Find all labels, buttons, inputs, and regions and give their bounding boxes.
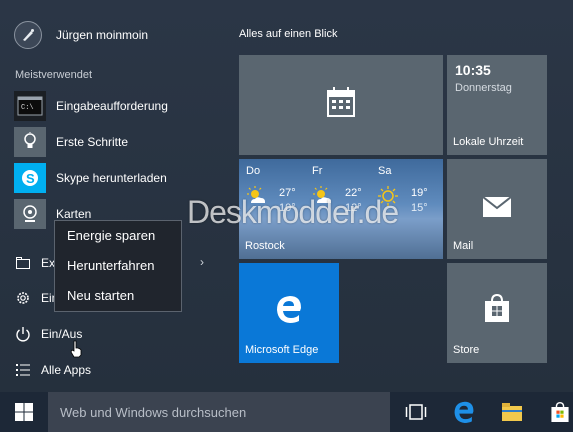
app-label: Karten — [56, 207, 92, 221]
lightbulb-icon — [14, 127, 46, 157]
app-label: Skype herunterladen — [56, 171, 167, 185]
svg-text:S: S — [26, 171, 35, 186]
gear-icon — [14, 289, 32, 307]
power-menu-sleep[interactable]: Energie sparen — [55, 221, 181, 251]
edge-icon — [454, 401, 474, 423]
edge-logo-icon — [277, 296, 301, 323]
app-item-erste-schritte[interactable]: Erste Schritte — [14, 127, 128, 157]
skype-icon: S — [14, 163, 46, 193]
taskbar: Web und Windows durchsuchen — [0, 392, 573, 432]
search-placeholder: Web und Windows durchsuchen — [60, 404, 247, 420]
power-menu: Energie sparen Herunterfahren Neu starte… — [54, 220, 182, 312]
shopping-bag-icon — [485, 293, 509, 322]
power-icon — [14, 325, 32, 343]
nav-label: Ein/Aus — [41, 327, 83, 341]
nav-item-settings[interactable]: Ein — [14, 285, 58, 311]
power-menu-restart[interactable]: Neu starten — [55, 281, 181, 311]
clock-day: Donnerstag — [455, 82, 512, 94]
calendar-tile[interactable] — [239, 55, 443, 155]
taskbar-explorer-button[interactable] — [488, 392, 536, 432]
clock-time: 10:35 — [455, 62, 491, 78]
most-used-heading: Meistverwendet — [15, 69, 93, 81]
tile-label: Microsoft Edge — [245, 344, 319, 356]
store-tile[interactable]: Store — [447, 263, 547, 363]
task-view-button[interactable] — [392, 392, 440, 432]
command-prompt-icon: C:\ — [14, 91, 46, 121]
tile-group-title: Alles auf einen Blick — [239, 28, 338, 40]
folder-icon — [14, 254, 32, 272]
nav-label: Alle Apps — [41, 363, 92, 377]
calendar-icon — [327, 87, 355, 117]
weather-day: Sa — [378, 165, 392, 177]
app-item-command-prompt[interactable]: C:\ Eingabeaufforderung — [14, 91, 168, 121]
power-menu-shutdown[interactable]: Herunterfahren — [55, 251, 181, 281]
weather-day: Do — [246, 165, 261, 177]
taskbar-store-button[interactable] — [536, 392, 573, 432]
nav-item-all-apps[interactable]: Alle Apps — [14, 357, 91, 383]
chevron-right-icon[interactable]: › — [200, 255, 204, 269]
mail-tile[interactable]: Mail — [447, 159, 547, 259]
tile-label: Lokale Uhrzeit — [453, 136, 524, 148]
app-item-skype[interactable]: S Skype herunterladen — [14, 163, 167, 193]
windows-logo-icon — [15, 403, 33, 421]
app-label: Eingabeaufforderung — [56, 99, 168, 113]
taskbar-search-box[interactable]: Web und Windows durchsuchen — [48, 392, 390, 432]
maps-icon — [14, 199, 46, 229]
folder-icon — [502, 403, 522, 421]
tile-label: Rostock — [245, 240, 285, 252]
taskbar-edge-button[interactable] — [440, 392, 488, 432]
envelope-icon — [483, 197, 511, 217]
user-name: Jürgen moinmoin — [56, 28, 149, 42]
start-menu: Jürgen moinmoin Meistverwendet C:\ Einga… — [0, 0, 573, 392]
clock-tile[interactable]: 10:35 Donnerstag Lokale Uhrzeit — [447, 55, 547, 155]
list-icon — [14, 361, 32, 379]
task-view-icon — [405, 404, 427, 420]
tile-label: Store — [453, 344, 480, 356]
weather-day: Fr — [312, 165, 323, 177]
weather-high: 19° — [411, 187, 428, 199]
tile-label: Mail — [453, 240, 474, 252]
user-avatar-icon — [14, 21, 42, 49]
watermark: Deskmodder.de — [187, 194, 399, 230]
hand-cursor-icon — [70, 340, 82, 358]
store-icon — [551, 401, 569, 422]
edge-tile[interactable]: Microsoft Edge — [239, 263, 339, 363]
user-account-button[interactable]: Jürgen moinmoin — [14, 20, 148, 50]
weather-low: 15° — [411, 202, 428, 214]
app-label: Erste Schritte — [56, 135, 129, 149]
start-button[interactable] — [0, 392, 48, 432]
svg-text:C:\: C:\ — [21, 104, 34, 112]
